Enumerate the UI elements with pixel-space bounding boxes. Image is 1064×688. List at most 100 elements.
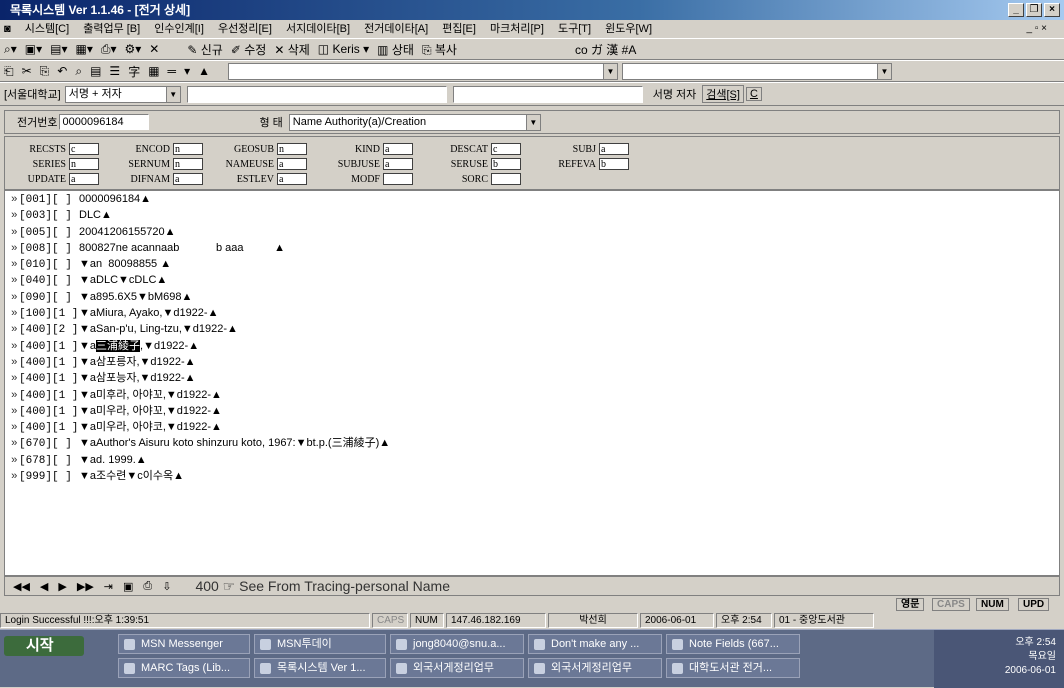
fixed-field[interactable]: SUBJ a [535,143,629,155]
copy-icon[interactable]: ⎘ [40,64,50,79]
marc-value[interactable]: ▼aAuthor's Aisuru koto shinzuru koto, 19… [79,437,390,449]
marker-icon[interactable]: ▲ [198,64,210,78]
tool-icon[interactable]: ⚙▾ [125,42,142,56]
table-icon[interactable]: ▤ [90,64,101,78]
first-record-icon[interactable]: ◀◀ [13,580,30,593]
menu-item[interactable]: 전거데이타[A] [364,23,428,35]
marc-field-row[interactable]: »[100][1 ]▼aMiura, Ayako,▼d1922-▲ [5,305,1059,321]
menu-item[interactable]: 편집[E] [442,23,476,35]
taskbar-button[interactable]: MSN투데이 [254,634,386,654]
fixed-field-value[interactable]: b [491,158,521,170]
menu-item[interactable]: 마크처리[P] [490,23,544,35]
marc-value[interactable]: ▼aDLC▼cDLC▲ [79,274,167,286]
fixed-field-value[interactable]: n [173,143,203,155]
taskbar-button[interactable]: Note Fields (667... [666,634,800,654]
fixed-field[interactable]: REFEVA b [535,158,629,170]
marc-value[interactable]: ▼a三浦綾子,▼d1922-▲ [79,339,199,352]
marc-field-row[interactable]: »[400][1 ]▼a삼포능자,▼d1922-▲ [5,370,1059,386]
fixed-field[interactable]: UPDATE a [5,173,99,185]
row-expand-icon[interactable]: » [5,192,19,208]
taskbar-button[interactable]: 외국서게정리업무 [390,658,524,678]
marc-value[interactable]: 0000096184▲ [79,193,151,205]
toolbar-combo-1[interactable]: ▼ [227,62,618,80]
menu-item[interactable]: 출력업무 [B] [83,23,140,35]
taskbar-button[interactable]: jong8040@snu.a... [390,634,524,654]
marc-value[interactable]: 800827ne acannaab b aaa ▲ [79,242,285,254]
field-icon[interactable]: ▦ [148,64,159,78]
marc-value[interactable]: ▼a조수련▼c이수옥▲ [79,470,184,482]
fixed-field-value[interactable]: a [277,158,307,170]
row-expand-icon[interactable]: » [5,273,19,289]
marc-field-row[interactable]: »[005][ ] 20041206155720▲ [5,224,1059,240]
clear-button[interactable]: C [745,87,762,101]
fixed-field-value[interactable] [491,173,521,185]
export-icon[interactable]: ⇩ [162,580,171,593]
menu-item[interactable]: 인수인계[I] [154,23,204,35]
row-expand-icon[interactable]: » [5,453,19,469]
mdi-controls[interactable]: _ ▫ × [1026,20,1047,38]
marc-field-row[interactable]: »[040][ ] ▼aDLC▼cDLC▲ [5,272,1059,288]
row-expand-icon[interactable]: » [5,225,19,241]
cut-icon[interactable]: ✂ [22,64,32,78]
row-expand-icon[interactable]: » [5,469,19,485]
fixed-field-value[interactable]: n [277,143,307,155]
marc-value[interactable]: ▼aMiura, Ayako,▼d1922-▲ [79,307,218,319]
record-id-field[interactable]: 0000096184 [59,114,150,130]
fixed-field[interactable]: GEOSUB n [213,143,307,155]
fixed-field-value[interactable]: b [599,158,629,170]
search-button[interactable]: 검색[S] [702,85,744,103]
fixed-field-value[interactable]: n [69,158,99,170]
taskbar-button[interactable]: MSN Messenger [118,634,250,654]
delete-x-icon[interactable]: ✕ [149,42,159,56]
fixed-field[interactable]: NAMEUSE a [213,158,307,170]
fixed-field[interactable]: SERUSE b [427,158,521,170]
taskbar-button[interactable]: 외국서게정리업무 [528,658,662,678]
fixed-field-value[interactable]: a [383,143,413,155]
marc-value[interactable]: ▼a미우라, 아야코,▼d1922-▲ [79,421,222,433]
paste-icon[interactable]: ⎗ [4,64,14,79]
menu-item[interactable]: 윈도우[W] [605,23,652,35]
next-record-icon[interactable]: ▶ [58,580,66,593]
marc-field-row[interactable]: »[400][1 ]▼a三浦綾子,▼d1922-▲ [5,338,1059,354]
fixed-field-value[interactable]: a [69,173,99,185]
row-expand-icon[interactable]: » [5,208,19,224]
marc-value[interactable]: 20041206155720▲ [79,226,176,238]
fixed-field[interactable]: ESTLEV a [213,173,307,185]
marc-field-row[interactable]: »[400][1 ]▼a미우라, 아야코,▼d1922-▲ [5,419,1059,435]
restore-button[interactable]: ❐ [1026,3,1042,17]
row-expand-icon[interactable]: » [5,290,19,306]
row-expand-icon[interactable]: » [5,388,19,404]
marc-field-row[interactable]: »[400][1 ]▼a미우라, 아야꼬,▼d1922-▲ [5,403,1059,419]
fixed-field-value[interactable]: a [383,158,413,170]
row-expand-icon[interactable]: » [5,306,19,322]
search-input-2[interactable] [452,85,643,103]
marc-value[interactable]: DLC▲ [79,209,112,221]
row-expand-icon[interactable]: » [5,371,19,387]
marc-value[interactable]: ▼aSan-p'u, Ling-tzu,▼d1922-▲ [79,323,238,335]
minimize-button[interactable]: _ [1008,3,1024,17]
doc-icon[interactable]: ▣▾ [25,42,42,56]
marc-field-row[interactable]: »[001][ ] 0000096184▲ [5,191,1059,207]
menu-item[interactable]: 서지데이타[B] [286,23,350,35]
fixed-field[interactable]: RECSTS c [5,143,99,155]
delete-button[interactable]: ✕ 삭제 [274,41,309,58]
row-expand-icon[interactable]: » [5,257,19,273]
toolbar-right-icons[interactable]: ᴄᴏ ガ 漢 #A [575,41,636,58]
fixed-field[interactable]: SERIES n [5,158,99,170]
marc-field-row[interactable]: »[400][1 ]▼a삼포릉자,▼d1922-▲ [5,354,1059,370]
marc-editor[interactable]: »[001][ ] 0000096184▲ »[003][ ] DLC▲ »[005… [4,190,1060,576]
fixed-field-value[interactable]: c [69,143,99,155]
fixed-field[interactable]: MODF [319,173,413,185]
toolbar-combo-2[interactable]: ▼ [621,62,892,80]
menu-item[interactable]: 시스템[C] [25,23,69,35]
marc-field-row[interactable]: »[010][ ] ▼an 80098855 ▲ [5,256,1059,272]
fixed-field[interactable]: DIFNAM a [109,173,203,185]
fixed-field[interactable]: SORC [427,173,521,185]
fixed-field-value[interactable]: a [599,143,629,155]
record-type-select[interactable]: Name Authority(a)/Creation ▼ [288,113,541,131]
marc-value[interactable]: ▼a삼포능자,▼d1922-▲ [79,372,196,384]
binoculars-icon[interactable]: ⌕ [75,64,82,79]
list-icon[interactable]: ☰ [109,64,120,78]
fixed-field-value[interactable]: c [491,143,521,155]
row-expand-icon[interactable]: » [5,436,19,452]
